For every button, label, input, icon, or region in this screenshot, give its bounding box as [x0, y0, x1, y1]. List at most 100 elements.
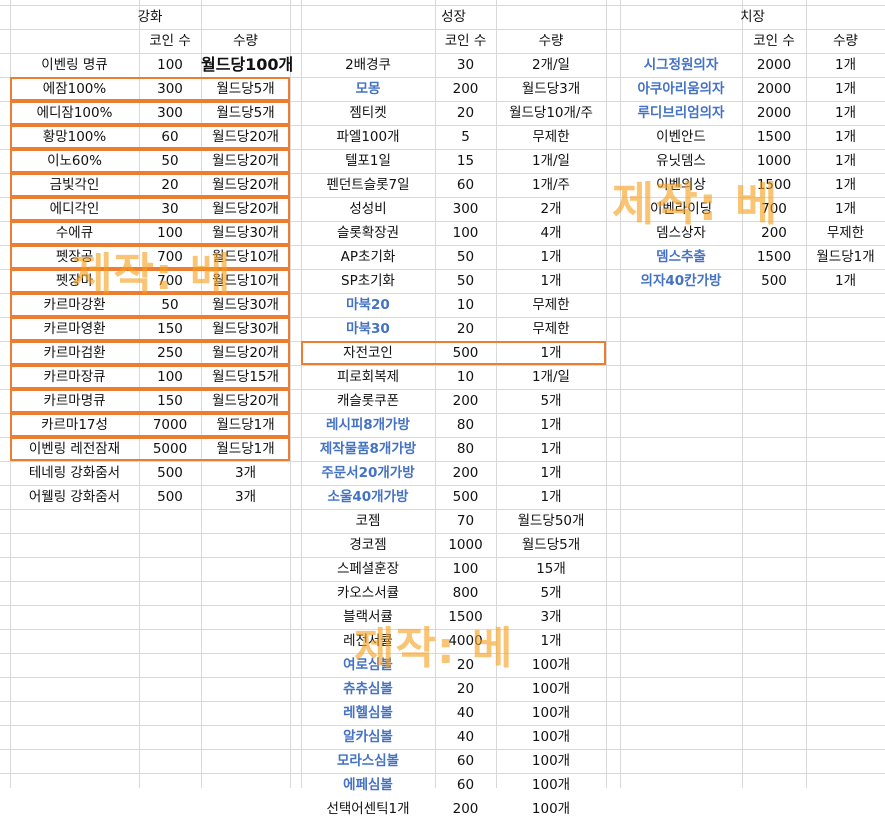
qty-cell[interactable]: 5개: [496, 389, 606, 413]
qty-cell[interactable]: 100개: [496, 797, 606, 821]
coin-cell[interactable]: 300: [435, 197, 496, 221]
coin-cell[interactable]: 10: [435, 293, 496, 317]
item-name-cell[interactable]: 여로심볼: [301, 653, 435, 677]
qty-cell[interactable]: 무제한: [496, 125, 606, 149]
coin-cell[interactable]: 40: [435, 701, 496, 725]
coin-cell[interactable]: 500: [435, 485, 496, 509]
item-name-cell[interactable]: 뎀스상자: [620, 221, 742, 245]
qty-cell[interactable]: 100개: [496, 701, 606, 725]
qty-header[interactable]: 수량: [201, 29, 290, 53]
coin-header[interactable]: 코인 수: [742, 29, 806, 53]
item-name-cell[interactable]: 츄츄심볼: [301, 677, 435, 701]
qty-cell[interactable]: 1개: [806, 149, 885, 173]
qty-cell[interactable]: 무제한: [496, 317, 606, 341]
coin-cell[interactable]: 1000: [742, 149, 806, 173]
item-name-cell[interactable]: 소울40개가방: [301, 485, 435, 509]
item-name-cell[interactable]: 레헬심볼: [301, 701, 435, 725]
qty-cell[interactable]: 100개: [496, 725, 606, 749]
item-name-cell[interactable]: 피로회복제: [301, 365, 435, 389]
coin-cell[interactable]: 70: [435, 509, 496, 533]
item-name-cell[interactable]: 파엘100개: [301, 125, 435, 149]
item-name-cell[interactable]: 블랙서큘: [301, 605, 435, 629]
item-name-cell[interactable]: 마북30: [301, 317, 435, 341]
item-name-cell[interactable]: 주문서20개가방: [301, 461, 435, 485]
qty-header[interactable]: 수량: [806, 29, 885, 53]
coin-cell[interactable]: 4000: [435, 629, 496, 653]
coin-cell[interactable]: 80: [435, 437, 496, 461]
item-name-cell[interactable]: 어웰링 강화줌서: [10, 485, 139, 509]
qty-cell[interactable]: 100개: [496, 749, 606, 773]
item-name-cell[interactable]: 모라스심볼: [301, 749, 435, 773]
qty-cell[interactable]: 1개: [496, 485, 606, 509]
item-name-cell[interactable]: 2배경쿠: [301, 53, 435, 77]
coin-cell[interactable]: 5: [435, 125, 496, 149]
qty-cell[interactable]: 100개: [496, 653, 606, 677]
coin-cell[interactable]: 800: [435, 581, 496, 605]
item-name-cell[interactable]: 경코젬: [301, 533, 435, 557]
coin-cell[interactable]: 50: [435, 269, 496, 293]
coin-cell[interactable]: 500: [742, 269, 806, 293]
qty-cell[interactable]: 1개: [806, 125, 885, 149]
coin-cell[interactable]: 40: [435, 725, 496, 749]
coin-cell[interactable]: 100: [435, 221, 496, 245]
qty-cell[interactable]: 무제한: [496, 293, 606, 317]
coin-cell[interactable]: 2000: [742, 77, 806, 101]
coin-cell[interactable]: 700: [742, 197, 806, 221]
item-name-cell[interactable]: 스페셜훈장: [301, 557, 435, 581]
coin-cell[interactable]: 60: [435, 749, 496, 773]
qty-cell[interactable]: 1개: [806, 101, 885, 125]
qty-cell[interactable]: 2개: [496, 197, 606, 221]
qty-cell[interactable]: 5개: [496, 581, 606, 605]
coin-cell[interactable]: 2000: [742, 101, 806, 125]
qty-cell[interactable]: 3개: [201, 461, 290, 485]
item-name-cell[interactable]: 시그정원의자: [620, 53, 742, 77]
coin-cell[interactable]: 20: [435, 101, 496, 125]
item-name-cell[interactable]: 이벤링 명큐: [10, 53, 139, 77]
qty-cell[interactable]: 3개: [496, 605, 606, 629]
item-name-cell[interactable]: 에페심볼: [301, 773, 435, 797]
item-name-cell[interactable]: 아쿠아리움의자: [620, 77, 742, 101]
coin-cell[interactable]: 60: [435, 773, 496, 797]
item-name-cell[interactable]: 알카심볼: [301, 725, 435, 749]
qty-cell[interactable]: 월드당3개: [496, 77, 606, 101]
item-name-cell[interactable]: 레전서큘: [301, 629, 435, 653]
qty-cell[interactable]: 4개: [496, 221, 606, 245]
qty-cell[interactable]: 1개/주: [496, 173, 606, 197]
item-name-cell[interactable]: SP초기화: [301, 269, 435, 293]
item-name-cell[interactable]: 젬티켓: [301, 101, 435, 125]
coin-cell[interactable]: 200: [742, 221, 806, 245]
item-name-cell[interactable]: 제작물품8개가방: [301, 437, 435, 461]
item-name-cell[interactable]: 레시피8개가방: [301, 413, 435, 437]
item-name-cell[interactable]: 마북20: [301, 293, 435, 317]
qty-cell[interactable]: 1개: [806, 269, 885, 293]
qty-cell[interactable]: 1개/일: [496, 149, 606, 173]
qty-cell[interactable]: 1개: [806, 197, 885, 221]
coin-cell[interactable]: 20: [435, 317, 496, 341]
qty-cell[interactable]: 100개: [496, 773, 606, 797]
item-name-cell[interactable]: 선택어센틱1개: [301, 797, 435, 821]
item-name-cell[interactable]: 코젬: [301, 509, 435, 533]
item-name-cell[interactable]: 성성비: [301, 197, 435, 221]
item-name-cell[interactable]: 의자40칸가방: [620, 269, 742, 293]
coin-cell[interactable]: 10: [435, 365, 496, 389]
qty-cell[interactable]: 15개: [496, 557, 606, 581]
coin-header[interactable]: 코인 수: [435, 29, 496, 53]
coin-cell[interactable]: 1500: [742, 245, 806, 269]
qty-cell[interactable]: 1개: [496, 413, 606, 437]
qty-cell[interactable]: 월드당10개/주: [496, 101, 606, 125]
coin-cell[interactable]: 80: [435, 413, 496, 437]
coin-cell[interactable]: 200: [435, 77, 496, 101]
qty-cell[interactable]: 1개: [806, 77, 885, 101]
qty-cell[interactable]: 1개/일: [496, 365, 606, 389]
coin-cell[interactable]: 30: [435, 53, 496, 77]
coin-cell[interactable]: 2000: [742, 53, 806, 77]
item-name-cell[interactable]: AP초기화: [301, 245, 435, 269]
spreadsheet[interactable]: 강화 코인 수 수량 이벤링 명큐 100 월드당100개 에잠100% 300 월드당5개 에디…: [0, 0, 885, 817]
item-name-cell[interactable]: 유닛뎀스: [620, 149, 742, 173]
coin-cell[interactable]: 200: [435, 797, 496, 821]
item-name-cell[interactable]: 모몽: [301, 77, 435, 101]
item-name-cell[interactable]: 슬롯확장권: [301, 221, 435, 245]
qty-cell[interactable]: 월드당50개: [496, 509, 606, 533]
coin-cell[interactable]: 60: [435, 173, 496, 197]
item-name-cell[interactable]: 테네링 강화줌서: [10, 461, 139, 485]
